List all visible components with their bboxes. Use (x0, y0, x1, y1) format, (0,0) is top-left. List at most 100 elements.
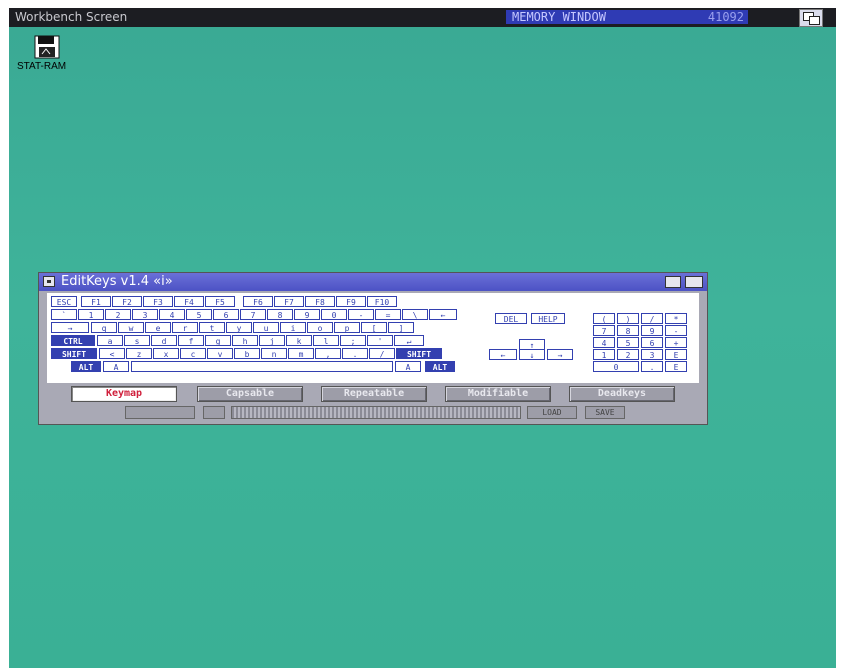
key[interactable]: j (259, 335, 285, 346)
key[interactable]: ' (367, 335, 393, 346)
key[interactable]: o (307, 322, 333, 333)
memory-window-field[interactable]: MEMORY WINDOW 41092 (506, 10, 748, 24)
key[interactable]: \ (402, 309, 428, 320)
numpad-key[interactable]: 1 (593, 349, 615, 360)
key[interactable]: g (205, 335, 231, 346)
key[interactable]: ; (340, 335, 366, 346)
numpad-key[interactable]: ) (617, 313, 639, 324)
key-f10[interactable]: F10 (367, 296, 397, 307)
key-help[interactable]: HELP (531, 313, 565, 324)
key-f1[interactable]: F1 (81, 296, 111, 307)
numpad-key[interactable]: . (641, 361, 663, 372)
numpad-key[interactable]: 0 (593, 361, 639, 372)
numpad-key[interactable]: E (665, 349, 687, 360)
key[interactable]: 7 (240, 309, 266, 320)
key[interactable]: 2 (105, 309, 131, 320)
key[interactable]: b (234, 348, 260, 359)
numpad-key[interactable]: 7 (593, 325, 615, 336)
key-f9[interactable]: F9 (336, 296, 366, 307)
numpad-key[interactable]: 4 (593, 337, 615, 348)
key-f2[interactable]: F2 (112, 296, 142, 307)
key[interactable]: a (97, 335, 123, 346)
key[interactable]: z (126, 348, 152, 359)
key[interactable]: h (232, 335, 258, 346)
key[interactable]: 0 (321, 309, 347, 320)
key-right[interactable]: → (547, 349, 573, 360)
tab-keymap[interactable]: Keymap (71, 386, 177, 402)
key[interactable]: [ (361, 322, 387, 333)
key[interactable]: d (151, 335, 177, 346)
key[interactable]: u (253, 322, 279, 333)
numpad-key[interactable]: E (665, 361, 687, 372)
key-shift[interactable]: SHIFT (51, 348, 97, 359)
key-f4[interactable]: F4 (174, 296, 204, 307)
numpad-key[interactable]: + (665, 337, 687, 348)
key[interactable]: → (51, 322, 89, 333)
key[interactable]: q (91, 322, 117, 333)
key-f6[interactable]: F6 (243, 296, 273, 307)
key-shift[interactable]: SHIFT (396, 348, 442, 359)
key-string-field[interactable] (231, 406, 521, 419)
floppy-disk-icon[interactable] (27, 34, 67, 64)
numpad-key[interactable]: * (665, 313, 687, 324)
screen-depth-gadget[interactable] (799, 9, 823, 27)
save-button[interactable]: SAVE (585, 406, 625, 419)
load-button[interactable]: LOAD (527, 406, 577, 419)
key-space[interactable] (131, 361, 393, 372)
qualifier-field[interactable] (203, 406, 225, 419)
key[interactable]: p (334, 322, 360, 333)
window-title-bar[interactable]: EditKeys v1.4 «i» (39, 273, 707, 291)
numpad-key[interactable]: - (665, 325, 687, 336)
numpad-key[interactable]: 9 (641, 325, 663, 336)
numpad-key[interactable]: / (641, 313, 663, 324)
key[interactable]: 4 (159, 309, 185, 320)
numpad-key[interactable]: 6 (641, 337, 663, 348)
key[interactable]: s (124, 335, 150, 346)
tab-deadkeys[interactable]: Deadkeys (569, 386, 675, 402)
key[interactable]: - (348, 309, 374, 320)
key[interactable]: ↵ (394, 335, 424, 346)
key[interactable]: c (180, 348, 206, 359)
key[interactable]: 6 (213, 309, 239, 320)
key[interactable]: n (261, 348, 287, 359)
key-code-field[interactable] (125, 406, 195, 419)
key-del[interactable]: DEL (495, 313, 527, 324)
key[interactable]: r (172, 322, 198, 333)
key-down[interactable]: ↓ (519, 349, 545, 360)
key-amiga[interactable]: A (103, 361, 129, 372)
tab-repeatable[interactable]: Repeatable (321, 386, 427, 402)
key[interactable]: = (375, 309, 401, 320)
key[interactable]: , (315, 348, 341, 359)
key[interactable]: 1 (78, 309, 104, 320)
editkeys-window[interactable]: EditKeys v1.4 «i» ESC F1 F2 F3 F4 F5 F6 F7 F8 F9 F… (38, 272, 708, 425)
close-icon[interactable] (43, 276, 55, 287)
key[interactable]: 8 (267, 309, 293, 320)
key-amiga[interactable]: A (395, 361, 421, 372)
key[interactable]: f (178, 335, 204, 346)
key[interactable]: 5 (186, 309, 212, 320)
key-f5[interactable]: F5 (205, 296, 235, 307)
tab-modifiable[interactable]: Modifiable (445, 386, 551, 402)
key[interactable]: l (313, 335, 339, 346)
numpad-key[interactable]: 5 (617, 337, 639, 348)
key-ctrl[interactable]: CTRL (51, 335, 95, 346)
key[interactable]: y (226, 322, 252, 333)
key[interactable]: w (118, 322, 144, 333)
numpad-key[interactable]: 3 (641, 349, 663, 360)
key[interactable]: ← (429, 309, 457, 320)
key[interactable]: < (99, 348, 125, 359)
key[interactable]: m (288, 348, 314, 359)
key[interactable]: v (207, 348, 233, 359)
key-alt[interactable]: ALT (425, 361, 455, 372)
key[interactable]: x (153, 348, 179, 359)
numpad-key[interactable]: 8 (617, 325, 639, 336)
key-f3[interactable]: F3 (143, 296, 173, 307)
numpad-key[interactable]: 2 (617, 349, 639, 360)
window-depth-icon[interactable] (685, 276, 703, 288)
key-f7[interactable]: F7 (274, 296, 304, 307)
key[interactable]: / (369, 348, 395, 359)
key[interactable]: i (280, 322, 306, 333)
tab-capsable[interactable]: Capsable (197, 386, 303, 402)
key[interactable]: k (286, 335, 312, 346)
keyboard-layout[interactable]: ESC F1 F2 F3 F4 F5 F6 F7 F8 F9 F10 ` 1 2 3 4 5 6 7 8 9 0- = \ ← →… (47, 293, 699, 383)
